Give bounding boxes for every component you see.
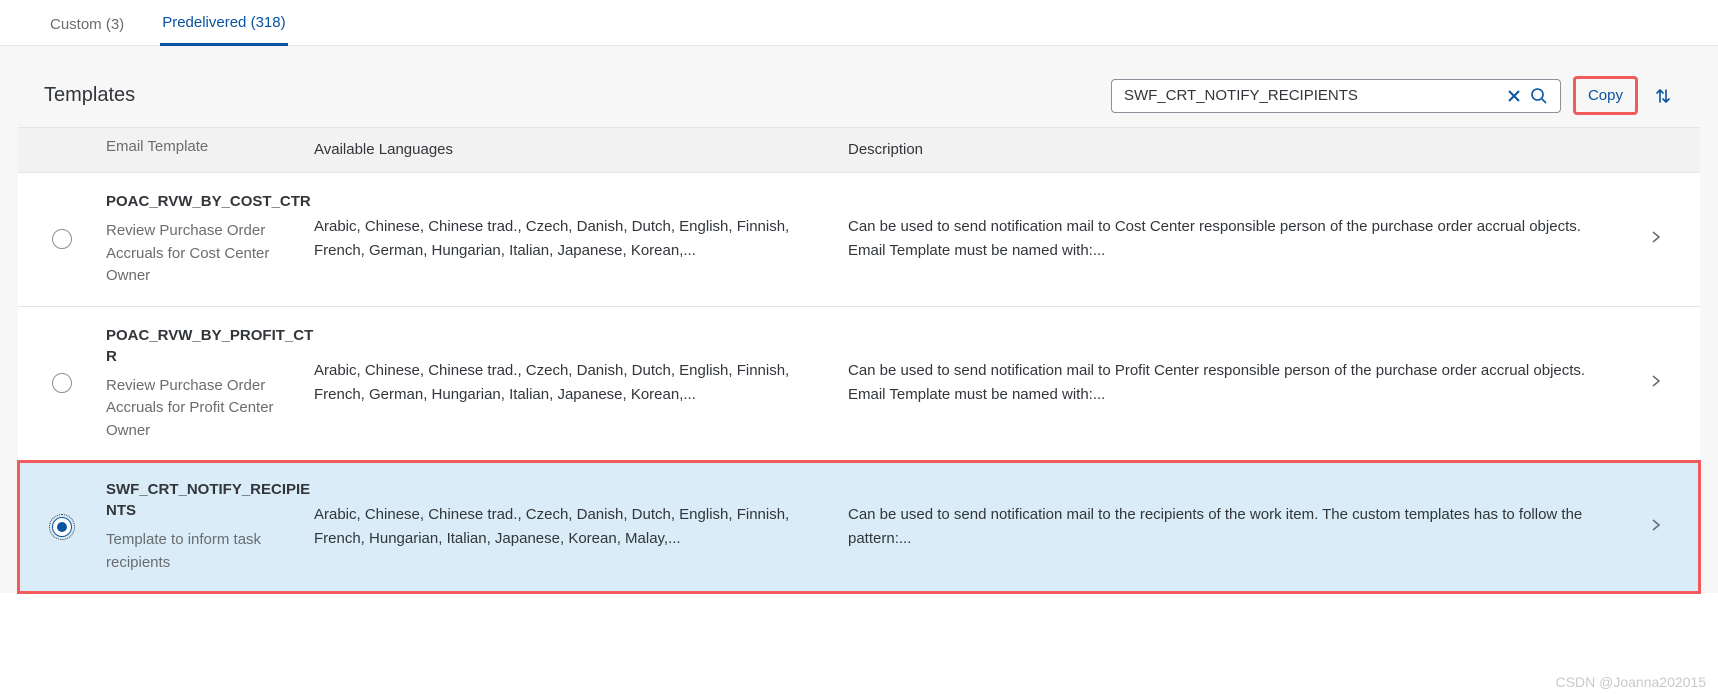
tab-bar: Custom (3) Predelivered (318) [0,0,1718,46]
search-input[interactable] [1124,87,1502,104]
row-langs-cell: Arabic, Chinese, Chinese trad., Czech, D… [314,215,848,263]
row-select-cell [18,229,106,249]
row-desc-cell: Can be used to send notification mail to… [848,359,1636,407]
table-header: Email Template Available Languages Descr… [18,127,1700,173]
table-row[interactable]: POAC_RVW_BY_COST_CTR Review Purchase Orde… [18,173,1700,307]
copy-highlight: Copy [1573,76,1638,115]
col-select [18,138,106,162]
col-nav-header [1636,138,1676,162]
content-area: Templates Copy Email Template Available … [0,46,1718,593]
row-desc-cell: Can be used to send notification mail to… [848,503,1636,551]
row-langs-cell: Arabic, Chinese, Chinese trad., Czech, D… [314,503,848,551]
toolbar: Templates Copy [18,64,1700,127]
template-subtitle: Review Purchase Order Accruals for Profi… [106,375,314,443]
row-desc-cell: Can be used to send notification mail to… [848,215,1636,263]
col-name-header: Email Template [106,138,314,162]
tab-custom[interactable]: Custom (3) [48,16,126,45]
row-name-cell: SWF_CRT_NOTIFY_RECIPIENTS Template to inf… [106,479,314,574]
template-subtitle: Template to inform task recipients [106,529,314,574]
template-id: SWF_CRT_NOTIFY_RECIPIENTS [106,479,314,521]
clear-search-icon[interactable] [1502,84,1526,108]
table-body: POAC_RVW_BY_COST_CTR Review Purchase Orde… [18,173,1700,593]
search-field[interactable] [1111,79,1561,113]
row-radio[interactable] [52,517,72,537]
table-row[interactable]: POAC_RVW_BY_PROFIT_CTR Review Purchase Or… [18,307,1700,462]
template-id: POAC_RVW_BY_PROFIT_CTR [106,325,314,367]
tab-predelivered[interactable]: Predelivered (318) [160,14,287,46]
search-icon[interactable] [1526,83,1552,109]
toolbar-right: Copy [1111,76,1676,115]
watermark: CSDN @Joanna202015 [1556,674,1706,690]
col-langs-header: Available Languages [314,138,848,162]
template-subtitle: Review Purchase Order Accruals for Cost … [106,220,314,288]
copy-button[interactable]: Copy [1578,81,1633,110]
sort-icon[interactable] [1650,83,1676,109]
row-langs-cell: Arabic, Chinese, Chinese trad., Czech, D… [314,359,848,407]
row-name-cell: POAC_RVW_BY_COST_CTR Review Purchase Orde… [106,191,314,288]
chevron-right-icon[interactable] [1651,518,1661,536]
chevron-right-icon[interactable] [1651,230,1661,248]
row-name-cell: POAC_RVW_BY_PROFIT_CTR Review Purchase Or… [106,325,314,443]
chevron-right-icon[interactable] [1651,374,1661,392]
table-row[interactable]: SWF_CRT_NOTIFY_RECIPIENTS Template to inf… [18,461,1700,593]
row-select-cell [18,373,106,393]
row-radio[interactable] [52,373,72,393]
row-nav-cell [1636,518,1676,536]
col-desc-header: Description [848,138,1636,162]
row-nav-cell [1636,374,1676,392]
template-id: POAC_RVW_BY_COST_CTR [106,191,314,212]
page-title: Templates [44,84,135,107]
row-nav-cell [1636,230,1676,248]
row-select-cell [18,517,106,537]
row-radio[interactable] [52,229,72,249]
